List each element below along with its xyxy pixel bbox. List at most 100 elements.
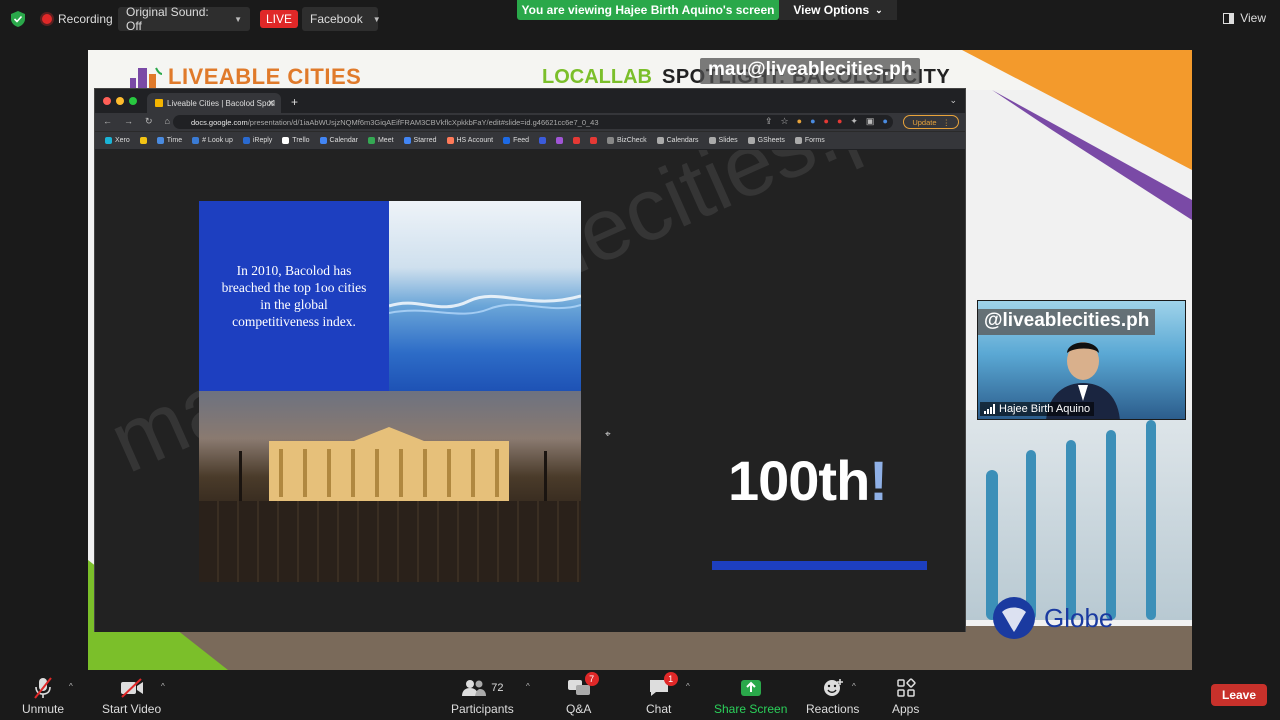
bookmark-item[interactable]: Xero: [105, 137, 130, 144]
bookmark-favicon-icon: [573, 137, 581, 144]
navigation-controls: ← → ↻ ⌂: [103, 116, 170, 127]
url-path: /presentation/d/1iaAbWUsjzNQMf6m3GiqAEif…: [247, 117, 599, 127]
sidebar-icon[interactable]: ▣: [866, 116, 875, 127]
globe-icon: [993, 597, 1035, 639]
sponsor-name: Globe: [1044, 602, 1114, 633]
reload-icon[interactable]: ↻: [145, 116, 153, 127]
chevron-down-icon: ▼: [372, 14, 381, 24]
original-sound-label: Original Sound: Off: [126, 5, 209, 33]
bookmark-favicon-icon: [708, 137, 716, 144]
bookmark-favicon-icon: [503, 137, 511, 144]
bookmark-item[interactable]: Forms: [794, 137, 825, 144]
palm-tree: [239, 451, 242, 501]
address-bar: ← → ↻ ⌂ docs.google.com/presentation/d/1…: [95, 113, 965, 131]
bookmark-item[interactable]: Calendar: [319, 137, 358, 144]
chat-button[interactable]: 1 Chat: [646, 672, 678, 716]
globe-sponsor-logo: Globe: [992, 596, 1113, 640]
bookmark-item[interactable]: Feed: [503, 137, 529, 144]
bookmark-item[interactable]: [573, 137, 581, 144]
bookmark-item[interactable]: Starred: [403, 137, 437, 144]
share-screen-button[interactable]: Share Screen: [714, 676, 787, 716]
update-button[interactable]: Update ⋮: [903, 115, 959, 129]
bookmark-favicon-icon: [105, 137, 112, 144]
security-shield-icon[interactable]: [11, 11, 25, 27]
brand-locallab-text: LOCALLAB: [542, 66, 652, 88]
bookmark-label: Slides: [718, 137, 738, 144]
browser-tab-slides[interactable]: Liveable Cities | Bacolod Spotl ✕: [147, 93, 281, 113]
apps-button[interactable]: Apps: [892, 676, 919, 716]
original-sound-button[interactable]: Original Sound: Off ▼: [118, 5, 250, 33]
bookmark-favicon-icon: [319, 137, 327, 144]
view-button[interactable]: View: [1223, 11, 1266, 25]
bookmark-item[interactable]: # Look up: [192, 137, 233, 144]
close-tab-icon[interactable]: ✕: [267, 98, 275, 109]
extension-icon[interactable]: ●: [810, 116, 815, 127]
participants-options-caret-icon[interactable]: ^: [526, 682, 530, 691]
bookmark-item[interactable]: BizCheck: [607, 137, 647, 144]
browser-window: Liveable Cities | Bacolod Spotl ✕ + ⌄ ← …: [94, 88, 966, 632]
bookmark-label: BizCheck: [617, 137, 647, 144]
video-options-caret-icon[interactable]: ^: [161, 682, 165, 691]
meeting-top-bar: Recording Original Sound: Off ▼ LIVE Fac…: [0, 0, 1280, 40]
close-window-icon[interactable]: [103, 97, 111, 105]
bookmark-item[interactable]: [539, 137, 547, 144]
headline-exclamation: !: [869, 449, 888, 512]
bookmark-item[interactable]: iReply: [242, 137, 272, 144]
speaker-video-tile[interactable]: @liveablecities.ph Hajee Birth Aquino: [977, 300, 1186, 420]
chevron-down-icon[interactable]: ▼: [234, 15, 242, 24]
back-icon[interactable]: ←: [103, 116, 112, 127]
meeting-toolbar: Unmute ^ Start Video ^ 72 Participants ^: [0, 672, 1280, 720]
recording-indicator[interactable]: Recording: [36, 8, 119, 30]
puzzle-extensions-icon[interactable]: ✦: [850, 116, 858, 127]
bookmark-favicon-icon: [156, 137, 164, 144]
leave-button[interactable]: Leave: [1211, 684, 1267, 706]
bookmark-item[interactable]: Meet: [367, 137, 394, 144]
water-image: [388, 201, 582, 391]
bookmark-favicon-icon: [367, 137, 375, 144]
bookmark-item[interactable]: Calendars: [656, 137, 699, 144]
bookmark-item[interactable]: Time: [156, 137, 182, 144]
speaker-name-label: Hajee Birth Aquino: [980, 402, 1095, 416]
bookmark-star-icon[interactable]: ☆: [781, 116, 789, 127]
minimize-window-icon[interactable]: [116, 97, 124, 105]
building-columns: [269, 449, 509, 497]
bookmark-item[interactable]: HS Account: [446, 137, 493, 144]
new-tab-icon[interactable]: +: [291, 95, 298, 109]
share-icon[interactable]: ⇪: [765, 116, 773, 127]
reaction-smiley-icon: [823, 679, 843, 696]
more-menu-icon[interactable]: ⋮: [943, 118, 951, 127]
profile-icon[interactable]: ●: [882, 116, 887, 127]
home-icon[interactable]: ⌂: [165, 116, 170, 127]
forward-icon[interactable]: →: [124, 116, 133, 127]
palm-tree: [544, 451, 547, 501]
participants-button[interactable]: 72 Participants: [451, 676, 514, 716]
chat-options-caret-icon[interactable]: ^: [686, 682, 690, 691]
live-status[interactable]: LIVE: [256, 7, 299, 31]
participants-label: Participants: [451, 702, 514, 716]
bookmark-item[interactable]: GSheets: [747, 137, 785, 144]
extension-icon[interactable]: ●: [797, 116, 802, 127]
bookmark-favicon-icon: [794, 137, 802, 144]
tab-search-icon[interactable]: ⌄: [949, 95, 957, 106]
unmute-button[interactable]: Unmute: [22, 676, 64, 716]
bookmark-item[interactable]: [556, 137, 564, 144]
qa-button[interactable]: 7 Q&A: [566, 672, 599, 716]
muted-microphone-icon: [34, 677, 52, 699]
bookmark-favicon-icon: [282, 137, 290, 144]
view-options-label: View Options: [793, 3, 870, 17]
audio-options-caret-icon[interactable]: ^: [69, 682, 73, 691]
facebook-stream-button[interactable]: Facebook ▼: [302, 7, 381, 31]
bookmark-item[interactable]: [139, 137, 147, 144]
pocket-icon[interactable]: ●: [824, 116, 829, 127]
participants-icon: [462, 680, 487, 696]
bookmark-item[interactable]: Slides: [708, 137, 738, 144]
start-video-button[interactable]: Start Video: [102, 676, 161, 716]
maximize-window-icon[interactable]: [129, 97, 137, 105]
bookmark-favicon-icon: [539, 137, 547, 144]
slide-headline: 100th!: [728, 448, 888, 513]
view-options-button[interactable]: View Options ⌄: [779, 0, 897, 20]
reactions-options-caret-icon[interactable]: ^: [852, 682, 856, 691]
bookmark-item[interactable]: Trello: [282, 137, 310, 144]
extension-icon[interactable]: ●: [837, 116, 842, 127]
bookmark-item[interactable]: [590, 137, 598, 144]
